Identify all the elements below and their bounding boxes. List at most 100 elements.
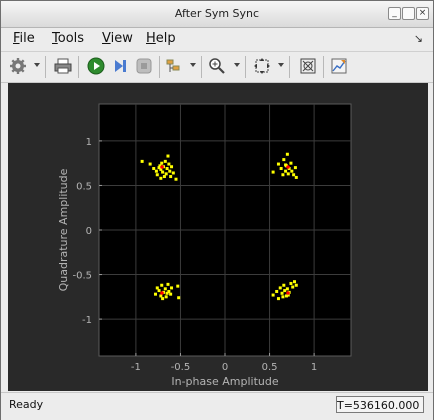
- chevron-down-icon[interactable]: [234, 63, 240, 67]
- data-point: [170, 165, 174, 169]
- toolbar-separator: [159, 56, 160, 78]
- menu-tools[interactable]: Tools: [52, 31, 84, 46]
- time-readout: T=536160.000: [336, 396, 424, 413]
- data-point: [171, 171, 175, 175]
- status-text: Ready: [9, 398, 44, 411]
- toolbar-separator: [323, 56, 324, 78]
- data-point: [164, 172, 168, 176]
- data-point: [291, 285, 295, 289]
- data-point: [140, 159, 144, 163]
- data-point: [169, 175, 173, 179]
- data-point: [152, 167, 156, 171]
- data-point: [163, 287, 167, 291]
- menu-bar: File Tools View Help ↘: [1, 28, 433, 50]
- data-point: [278, 286, 282, 290]
- dock-arrow-icon[interactable]: ↘: [414, 32, 423, 45]
- constellation-chart: -1 -0.5 0 0.5 1 1 0.5 0 -0.5 -1 In-phase Amplitude…: [57, 103, 352, 388]
- data-point: [279, 167, 283, 171]
- data-point: [281, 173, 285, 177]
- data-point: [163, 159, 167, 163]
- reference-point: [160, 165, 164, 169]
- highlight-icon[interactable]: [163, 55, 185, 77]
- data-point: [286, 172, 290, 176]
- data-point: [168, 169, 172, 173]
- data-point: [284, 169, 288, 173]
- x-axis-label: In-phase Amplitude: [171, 375, 278, 388]
- data-point: [160, 283, 164, 287]
- maximize-button[interactable]: [402, 7, 415, 20]
- data-point: [165, 167, 169, 171]
- data-point: [276, 162, 280, 166]
- data-point: [176, 284, 180, 288]
- chevron-down-icon[interactable]: [34, 63, 40, 67]
- menu-file[interactable]: File: [13, 31, 35, 46]
- data-point: [282, 283, 286, 287]
- data-point: [285, 287, 289, 291]
- data-point: [275, 289, 279, 293]
- fit-icon[interactable]: [251, 55, 273, 77]
- status-bar: Ready T=536160.000: [1, 392, 433, 420]
- reference-point: [286, 165, 290, 169]
- data-point: [293, 166, 297, 170]
- y-tick-label: -0.5: [72, 271, 92, 282]
- toolbar: [1, 51, 433, 83]
- data-point: [280, 291, 284, 295]
- step-icon[interactable]: [109, 55, 131, 77]
- gear-icon[interactable]: [7, 55, 29, 77]
- data-point: [155, 173, 159, 177]
- chevron-down-icon[interactable]: [278, 63, 284, 67]
- data-point: [148, 162, 152, 166]
- menu-view[interactable]: View: [102, 31, 133, 46]
- data-point: [285, 152, 289, 156]
- data-point: [164, 295, 168, 299]
- x-tick-label: 0.5: [262, 362, 278, 373]
- data-point: [292, 173, 296, 177]
- data-point: [165, 291, 169, 295]
- y-tick-label: -1: [82, 315, 92, 326]
- data-point: [282, 158, 286, 162]
- data-point: [289, 161, 293, 165]
- edit-icon[interactable]: [328, 55, 350, 77]
- reference-point: [160, 291, 164, 295]
- data-point: [177, 296, 181, 300]
- toolbar-separator: [78, 56, 79, 78]
- data-point: [170, 286, 174, 290]
- window-title: After Sym Sync: [174, 7, 260, 20]
- run-icon[interactable]: [85, 55, 107, 77]
- x-tick-label: 1: [311, 362, 317, 373]
- x-tick-label: -0.5: [171, 362, 191, 373]
- data-point: [293, 280, 297, 284]
- toolbar-separator: [289, 56, 290, 78]
- data-point: [169, 292, 173, 296]
- data-point: [290, 169, 294, 173]
- data-point: [294, 175, 298, 179]
- toolbar-separator: [201, 56, 202, 78]
- data-point: [271, 170, 275, 174]
- data-point: [157, 289, 161, 293]
- scale-icon[interactable]: [297, 55, 319, 77]
- menu-help[interactable]: Help: [146, 31, 176, 46]
- data-point: [161, 170, 165, 174]
- zoom-in-icon[interactable]: [206, 55, 228, 77]
- close-button[interactable]: ×: [416, 7, 429, 20]
- data-point: [294, 283, 298, 287]
- chevron-down-icon[interactable]: [190, 63, 196, 67]
- y-tick-label: 0.5: [76, 181, 92, 192]
- minimize-button[interactable]: _: [388, 7, 401, 20]
- data-point: [271, 293, 275, 297]
- y-tick-label: 1: [86, 137, 92, 148]
- reference-point: [286, 291, 290, 295]
- data-point: [276, 297, 280, 301]
- scope-window: After Sym Sync _ × File Tools View Help …: [0, 0, 434, 420]
- data-point: [167, 162, 171, 166]
- data-point: [174, 177, 178, 181]
- data-point: [166, 154, 170, 158]
- print-icon[interactable]: [52, 55, 74, 77]
- data-point: [283, 289, 287, 293]
- data-point: [162, 175, 166, 179]
- toolbar-separator: [245, 56, 246, 78]
- title-bar[interactable]: After Sym Sync _ ×: [1, 1, 433, 28]
- data-point: [159, 294, 163, 298]
- stop-icon[interactable]: [133, 55, 155, 77]
- data-point: [153, 292, 157, 296]
